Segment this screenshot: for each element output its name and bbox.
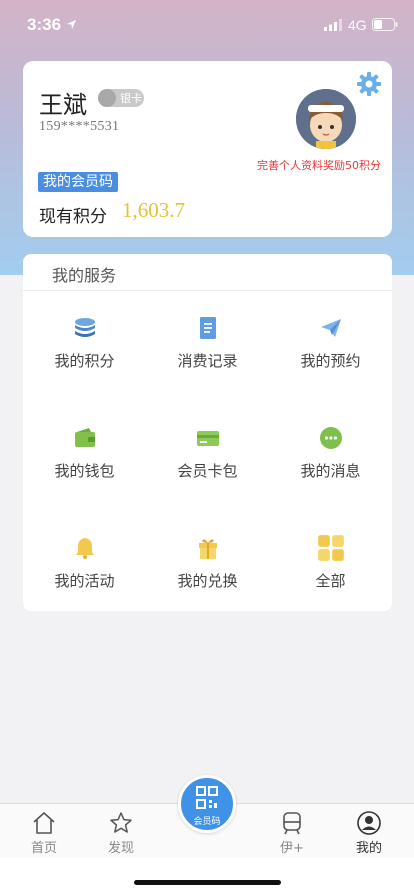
profile-card: 王斌 银卡 159****5531 完善个人资料奖励50积分 我的会员码 现有积… [23, 61, 392, 237]
my-services-panel: 我的服务 我的积分 消费记录 我的预约 我的钱包 会员卡包 我的消息 我的活动 … [23, 254, 392, 611]
member-code-button[interactable]: 会员码 [178, 775, 236, 833]
user-name: 王斌 [39, 91, 87, 119]
avatar-illustration-icon [296, 89, 356, 149]
wallet-icon [75, 428, 95, 447]
paper-plane-icon [321, 319, 341, 337]
gift-icon [199, 539, 217, 559]
service-my-redemptions[interactable]: 我的兑换 [146, 511, 269, 621]
member-code-button-label: 会员码 [193, 817, 221, 827]
network-type: 4G [348, 17, 367, 33]
user-phone: 159****5531 [39, 119, 120, 134]
service-my-messages[interactable]: 我的消息 [269, 401, 392, 511]
service-label: 我的预约 [300, 352, 361, 370]
avatar[interactable] [296, 89, 356, 149]
service-label: 我的消息 [300, 462, 361, 480]
tab-label: 发现 [107, 841, 134, 856]
services-title: 我的服务 [52, 266, 117, 285]
service-my-reservations[interactable]: 我的预约 [269, 291, 392, 401]
bell-icon [76, 538, 94, 559]
service-member-cards[interactable]: 会员卡包 [146, 401, 269, 511]
tab-label: 我的 [355, 841, 382, 856]
status-bar: 3:36 4G [0, 0, 414, 50]
points-label: 现有积分 [39, 207, 107, 227]
grid-icon [318, 535, 344, 561]
service-label: 消费记录 [177, 352, 238, 370]
chat-bubble-icon [320, 427, 342, 449]
service-all[interactable]: 全部 [269, 511, 392, 621]
service-label: 我的活动 [54, 572, 115, 590]
service-purchase-history[interactable]: 消费记录 [146, 291, 269, 401]
card-icon [197, 431, 219, 446]
tab-yi-plus[interactable]: 伊+ [257, 804, 327, 859]
user-icon [357, 811, 381, 835]
member-level-label: 银卡 [120, 92, 142, 105]
signal-icon [324, 19, 342, 31]
member-code-tag[interactable]: 我的会员码 [38, 172, 118, 192]
service-label: 我的钱包 [54, 462, 115, 480]
home-icon [33, 812, 55, 834]
star-icon [110, 812, 132, 833]
member-level-badge: 银卡 [98, 89, 144, 107]
service-my-wallet[interactable]: 我的钱包 [23, 401, 146, 511]
service-my-activities[interactable]: 我的活动 [23, 511, 146, 621]
battery-icon [372, 18, 398, 31]
location-arrow-icon [66, 19, 77, 30]
tab-discover[interactable]: 发现 [86, 804, 156, 859]
tab-home[interactable]: 首页 [9, 804, 79, 859]
complete-profile-reward-text[interactable]: 完善个人资料奖励50积分 [257, 157, 381, 173]
coin-stack-icon [75, 318, 95, 337]
status-time: 3:36 [27, 15, 62, 34]
points-value: 1,603.7 [122, 198, 185, 222]
service-label: 全部 [315, 572, 346, 590]
badge-coin-icon [98, 89, 116, 107]
service-label: 我的兑换 [177, 572, 238, 590]
tab-label: 首页 [30, 841, 57, 856]
home-indicator [134, 880, 281, 885]
qr-code-icon [196, 786, 218, 809]
tab-mine[interactable]: 我的 [334, 804, 404, 859]
gear-icon[interactable] [356, 71, 382, 97]
service-my-points[interactable]: 我的积分 [23, 291, 146, 401]
service-label: 会员卡包 [177, 462, 238, 480]
receipt-icon [200, 317, 216, 339]
home-indicator-area [0, 858, 414, 896]
service-label: 我的积分 [54, 352, 115, 370]
train-icon [283, 812, 301, 835]
tab-label: 伊+ [280, 841, 304, 856]
